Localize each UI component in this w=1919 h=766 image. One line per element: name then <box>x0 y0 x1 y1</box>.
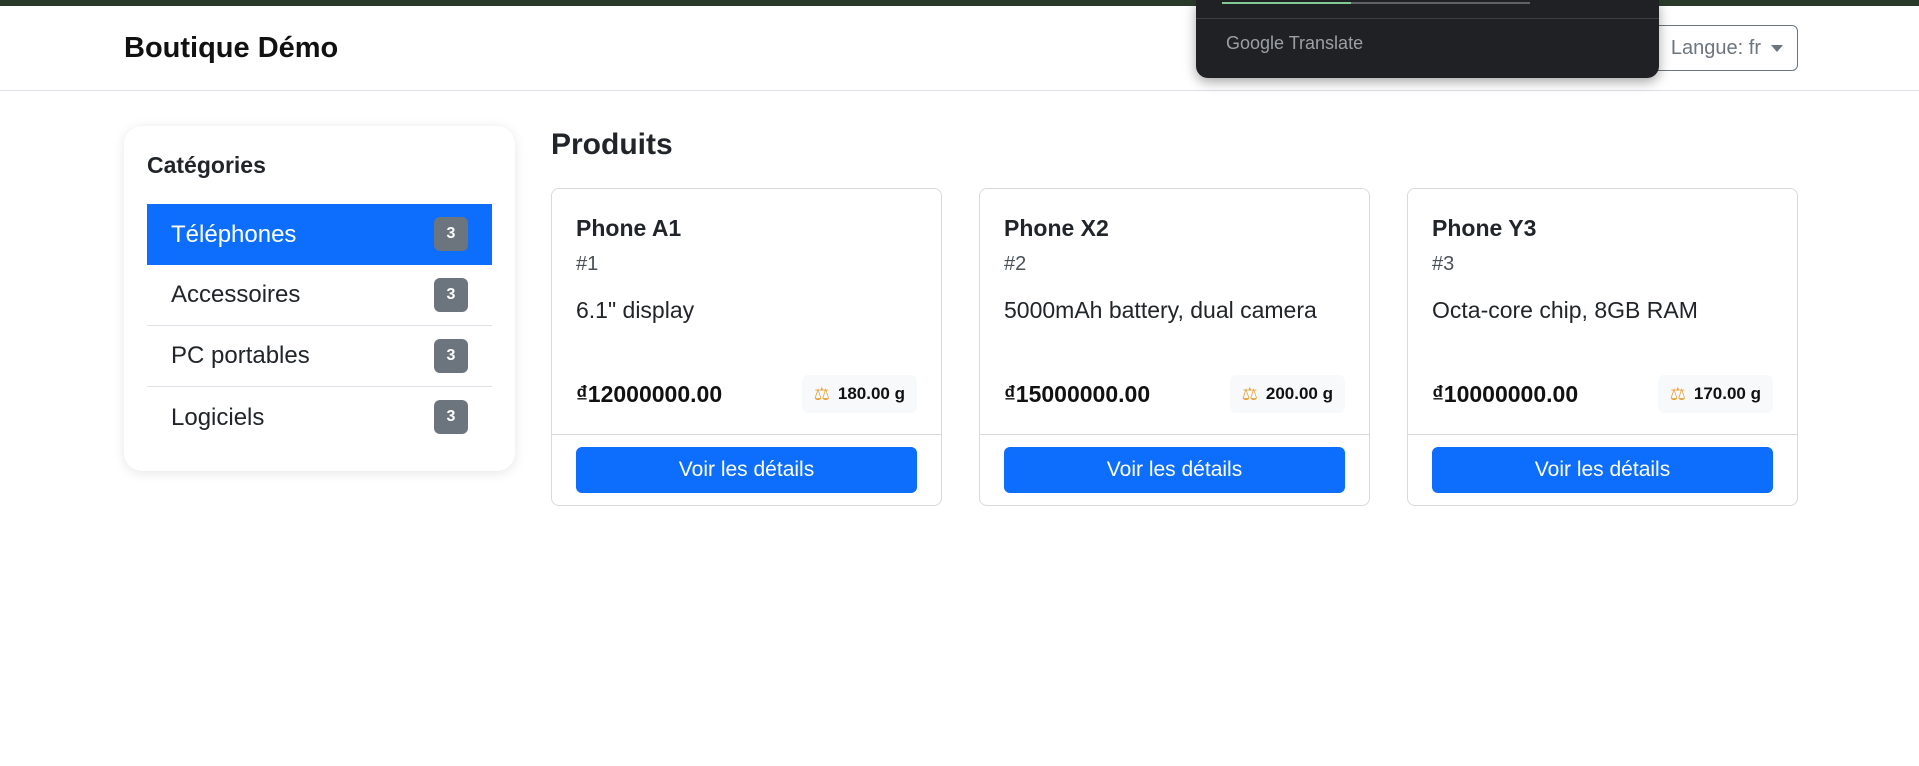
category-label: Téléphones <box>171 220 297 248</box>
view-details-button[interactable]: Voir les détails <box>576 447 917 493</box>
category-list: Téléphones 3 Accessoires 3 PC portables … <box>147 204 492 448</box>
category-item-accessoires[interactable]: Accessoires 3 <box>147 265 492 326</box>
product-weight-chip: ⚖ 170.00 g <box>1657 375 1773 413</box>
product-card: Phone Y3 #3 Octa-core chip, 8GB RAM ₫100… <box>1407 188 1798 506</box>
brand-title[interactable]: Boutique Démo <box>124 32 338 65</box>
category-count-badge: 3 <box>434 339 468 373</box>
product-price: ₫12000000.00 <box>576 381 723 407</box>
scale-icon: ⚖ <box>1241 383 1258 404</box>
category-label: Logiciels <box>171 403 265 431</box>
caret-down-icon <box>1771 44 1783 52</box>
product-description: Octa-core chip, 8GB RAM <box>1432 297 1698 323</box>
products-title: Produits <box>551 128 673 161</box>
translate-progress-fill <box>1222 2 1352 4</box>
product-weight-chip: ⚖ 180.00 g <box>801 375 917 413</box>
product-weight: 180.00 g <box>837 384 905 403</box>
product-id: #3 <box>1432 253 1455 275</box>
product-price: ₫10000000.00 <box>1432 381 1579 407</box>
product-card: Phone X2 #2 5000mAh battery, dual camera… <box>979 188 1370 506</box>
category-item-telephones[interactable]: Téléphones 3 <box>147 204 492 265</box>
product-id: #2 <box>1004 253 1027 275</box>
language-button-label: Langue: fr <box>1670 36 1761 59</box>
category-item-logiciels[interactable]: Logiciels 3 <box>147 387 492 448</box>
sidebar-title: Catégories <box>147 152 266 178</box>
categories-sidebar: Catégories Téléphones 3 Accessoires 3 PC… <box>124 126 515 471</box>
scale-icon: ⚖ <box>813 383 830 404</box>
product-price: ₫15000000.00 <box>1004 381 1151 407</box>
category-label: PC portables <box>171 342 310 369</box>
product-description: 6.1" display <box>576 297 695 323</box>
product-name: Phone Y3 <box>1432 215 1537 241</box>
product-weight: 170.00 g <box>1693 384 1761 403</box>
category-count-badge: 3 <box>434 217 468 251</box>
product-weight-chip: ⚖ 200.00 g <box>1229 375 1345 413</box>
product-id: #1 <box>576 253 599 275</box>
google-translate-popup: Google Translate <box>1196 0 1659 78</box>
category-count-badge: 3 <box>434 400 468 434</box>
translate-progress-bar <box>1222 2 1530 4</box>
google-translate-label: Google Translate <box>1226 33 1364 53</box>
product-name: Phone A1 <box>576 215 682 241</box>
category-label: Accessoires <box>171 281 301 308</box>
card-footer: Voir les détails <box>552 434 941 506</box>
view-details-button[interactable]: Voir les détails <box>1004 447 1345 493</box>
product-description: 5000mAh battery, dual camera <box>1004 297 1317 323</box>
product-name: Phone X2 <box>1004 215 1109 241</box>
translate-divider <box>1196 18 1659 19</box>
view-details-button[interactable]: Voir les détails <box>1432 447 1773 493</box>
category-item-pc-portables[interactable]: PC portables 3 <box>147 326 492 387</box>
product-card: Phone A1 #1 6.1" display ₫12000000.00 ⚖ … <box>551 188 942 506</box>
category-count-badge: 3 <box>434 278 468 312</box>
scale-icon: ⚖ <box>1669 383 1686 404</box>
card-footer: Voir les détails <box>1408 434 1797 506</box>
product-weight: 200.00 g <box>1265 384 1333 403</box>
card-footer: Voir les détails <box>980 434 1369 506</box>
